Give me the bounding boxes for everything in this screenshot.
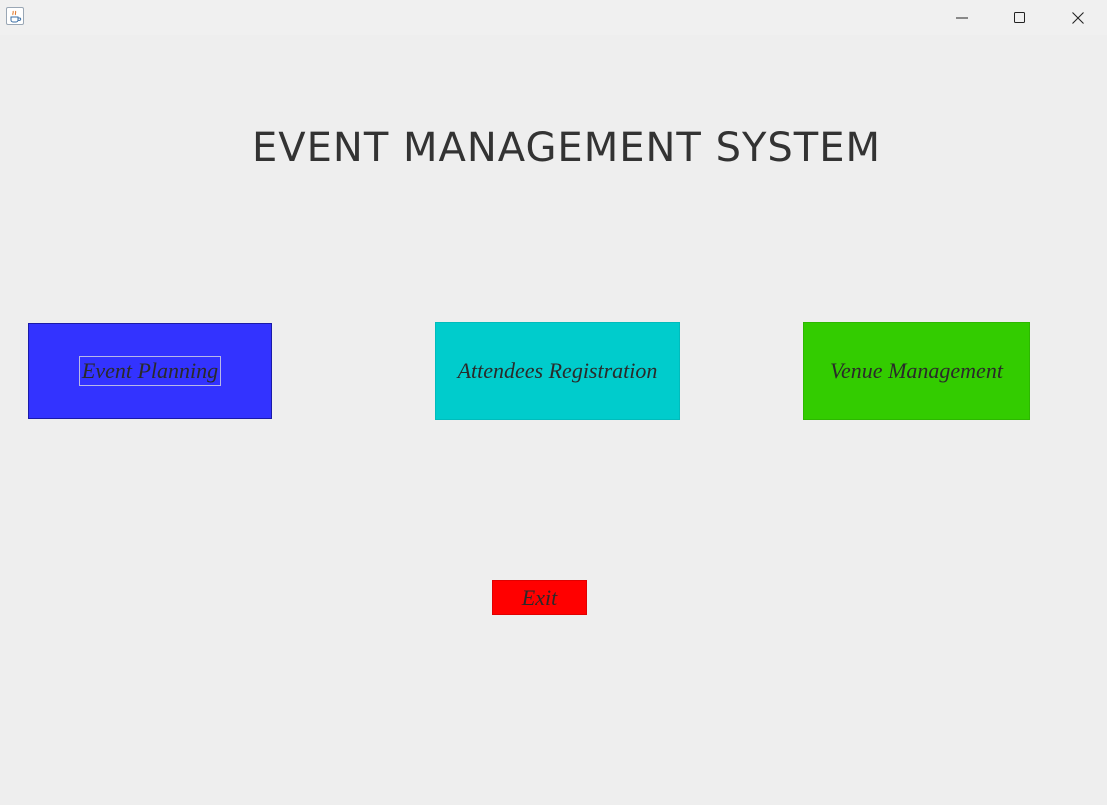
maximize-button[interactable] bbox=[991, 0, 1049, 35]
close-icon bbox=[1072, 11, 1084, 24]
page-title: EVENT MANAGEMENT SYSTEM bbox=[252, 125, 881, 171]
exit-button[interactable]: Exit bbox=[492, 580, 587, 615]
venue-management-label: Venue Management bbox=[830, 358, 1003, 383]
event-planning-label: Event Planning bbox=[78, 356, 222, 386]
maximize-icon bbox=[1014, 11, 1025, 23]
venue-management-button[interactable]: Venue Management bbox=[803, 322, 1030, 420]
exit-label: Exit bbox=[521, 584, 558, 610]
event-planning-button[interactable]: Event Planning bbox=[28, 323, 272, 419]
attendees-registration-button[interactable]: Attendees Registration bbox=[435, 322, 680, 420]
app-window: EVENT MANAGEMENT SYSTEM Event Planning A… bbox=[0, 0, 1107, 805]
java-cup-icon[interactable] bbox=[6, 7, 24, 25]
close-button[interactable] bbox=[1049, 0, 1107, 35]
minimize-icon bbox=[956, 17, 968, 18]
title-bar[interactable] bbox=[0, 0, 1107, 35]
minimize-button[interactable] bbox=[933, 0, 991, 35]
attendees-registration-label: Attendees Registration bbox=[457, 358, 658, 383]
